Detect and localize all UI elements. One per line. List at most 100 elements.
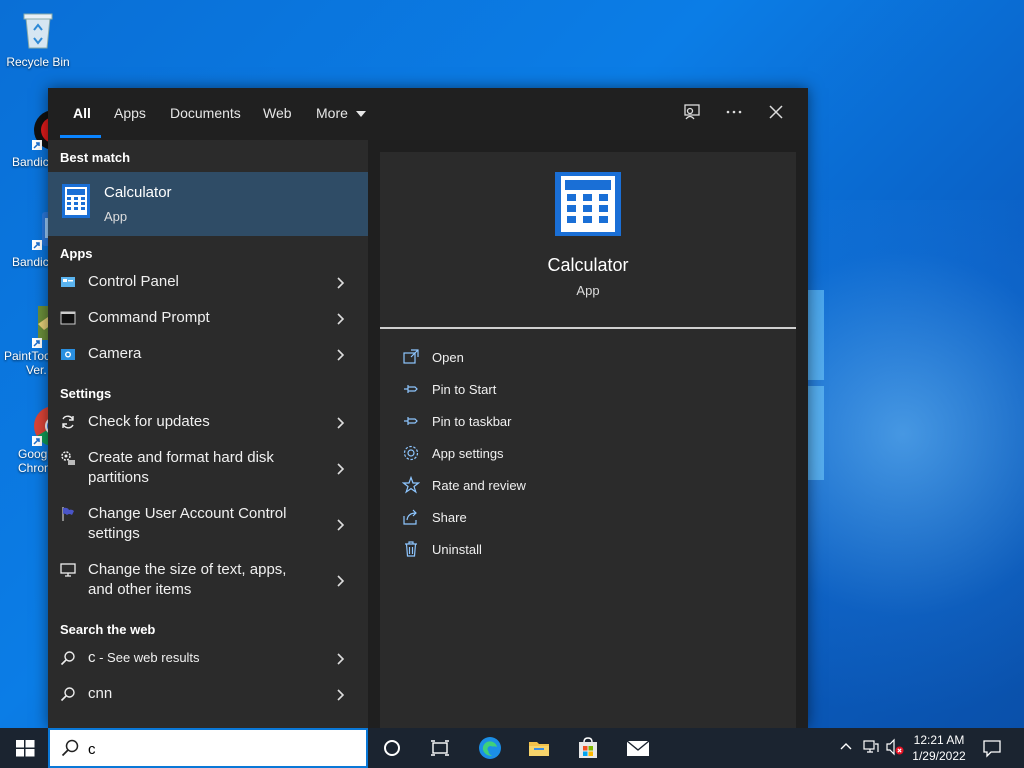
disk-management-icon [60, 450, 76, 466]
network-icon[interactable] [862, 738, 880, 756]
result-label: Control Panel [88, 273, 179, 290]
taskbar-search-box[interactable] [48, 728, 368, 768]
action-label: App settings [432, 446, 504, 461]
chevron-right-icon[interactable] [334, 688, 346, 701]
result-command-prompt[interactable]: Command Prompt [48, 300, 368, 336]
task-view-icon[interactable] [428, 736, 452, 760]
best-match-result[interactable]: Calculator App [48, 172, 368, 236]
result-web-cnn[interactable]: cnn [48, 676, 368, 712]
search-icon [60, 686, 76, 702]
action-label: Rate and review [432, 478, 526, 493]
result-label-line2: and other items [88, 581, 192, 598]
action-share[interactable]: Share [402, 508, 702, 528]
result-disk-partitions[interactable]: Create and format hard disk partitions [48, 440, 368, 496]
result-label: Camera [88, 345, 142, 362]
action-label: Pin to taskbar [432, 414, 512, 429]
tab-web[interactable]: Web [263, 105, 292, 121]
chevron-right-icon[interactable] [334, 416, 346, 429]
feedback-icon[interactable] [680, 102, 704, 126]
recycle-bin-icon [16, 8, 60, 52]
pin-icon [402, 380, 420, 398]
search-results-list: Best match Calculator App Apps Control P… [48, 140, 368, 728]
desktop-icon-recycle-bin[interactable]: Recycle Bin [0, 8, 76, 69]
chevron-right-icon[interactable] [334, 652, 346, 665]
result-label-line1: Change User Account Control [88, 505, 287, 522]
refresh-icon [60, 414, 76, 430]
search-panel: All Apps Documents Web More Best match C… [48, 88, 808, 728]
active-tab-indicator [60, 135, 101, 138]
result-label: Command Prompt [88, 309, 210, 326]
result-web-c[interactable]: c - See web results [48, 640, 368, 676]
calculator-large-icon [555, 172, 621, 236]
clock-date: 1/29/2022 [912, 749, 966, 763]
action-pin-to-start[interactable]: Pin to Start [402, 380, 702, 400]
action-open[interactable]: Open [402, 348, 702, 368]
mail-icon[interactable] [626, 736, 650, 760]
chevron-right-icon[interactable] [334, 574, 346, 587]
control-panel-icon [60, 274, 76, 290]
result-camera[interactable]: Camera [48, 336, 368, 372]
settings-heading: Settings [60, 386, 112, 401]
chevron-right-icon[interactable] [334, 312, 346, 325]
desktop-icon-label: Ver. [26, 363, 47, 377]
tab-documents[interactable]: Documents [170, 105, 241, 121]
chevron-right-icon[interactable] [334, 348, 346, 361]
microsoft-store-icon[interactable] [576, 736, 600, 760]
windows-logo-background [808, 290, 824, 480]
clock-time: 12:21 AM [913, 733, 965, 747]
action-label: Pin to Start [432, 382, 497, 397]
preview-subtitle: App [576, 283, 600, 298]
clock[interactable]: 12:21 AM 1/29/2022 [906, 732, 972, 764]
best-match-heading: Best match [60, 150, 131, 165]
search-icon [60, 650, 76, 666]
edge-icon[interactable] [478, 736, 502, 760]
more-options-icon[interactable] [722, 102, 746, 126]
share-icon [402, 508, 420, 526]
web-query-suffix: - See web results [95, 650, 200, 665]
desktop-icon-label: Goog [18, 447, 48, 461]
tab-apps[interactable]: Apps [114, 105, 146, 121]
search-web-heading: Search the web [60, 622, 156, 637]
open-icon [402, 348, 420, 366]
best-match-subtitle: App [104, 209, 128, 224]
result-label: Check for updates [88, 413, 210, 430]
action-label: Share [432, 510, 467, 525]
chevron-right-icon[interactable] [334, 462, 346, 475]
chevron-right-icon[interactable] [334, 518, 346, 531]
search-input[interactable] [88, 738, 348, 760]
display-icon [60, 562, 76, 578]
tab-more[interactable]: More [316, 105, 366, 121]
result-label-line1: Create and format hard disk [88, 449, 274, 466]
camera-icon [60, 346, 76, 362]
action-uninstall[interactable]: Uninstall [402, 540, 702, 560]
action-rate-and-review[interactable]: Rate and review [401, 475, 702, 496]
file-explorer-icon[interactable] [527, 736, 551, 760]
close-icon[interactable] [764, 102, 788, 126]
result-uac-settings[interactable]: Change User Account Control settings [48, 496, 368, 552]
result-control-panel[interactable]: Control Panel [48, 264, 368, 300]
volume-muted-icon[interactable] [885, 738, 905, 756]
apps-heading: Apps [60, 246, 93, 261]
result-label-line2: partitions [88, 469, 149, 486]
action-app-settings[interactable]: App settings [402, 444, 702, 464]
result-label-line1: Change the size of text, apps, [88, 561, 287, 578]
result-preview-pane: Calculator App Open Pin to Start Pin to … [380, 152, 796, 728]
taskbar: 12:21 AM 1/29/2022 [0, 728, 1024, 768]
action-pin-to-taskbar[interactable]: Pin to taskbar [402, 412, 702, 432]
search-tabs-bar: All Apps Documents Web More [48, 88, 808, 140]
result-check-for-updates[interactable]: Check for updates [48, 404, 368, 440]
cortana-icon[interactable] [380, 736, 404, 760]
trash-icon [402, 540, 420, 558]
tab-all[interactable]: All [73, 105, 91, 121]
command-prompt-icon [60, 310, 76, 326]
notifications-icon[interactable] [980, 736, 1004, 760]
windows-start-icon[interactable] [13, 736, 37, 760]
gear-icon [402, 444, 420, 462]
web-query: c [88, 649, 96, 666]
chevron-right-icon[interactable] [334, 276, 346, 289]
action-label: Open [432, 350, 464, 365]
desktop-icon-label: PaintToo [4, 349, 51, 363]
show-hidden-icons-icon[interactable] [838, 738, 854, 754]
chevron-down-icon [355, 111, 366, 118]
result-display-scaling[interactable]: Change the size of text, apps, and other… [48, 552, 368, 608]
